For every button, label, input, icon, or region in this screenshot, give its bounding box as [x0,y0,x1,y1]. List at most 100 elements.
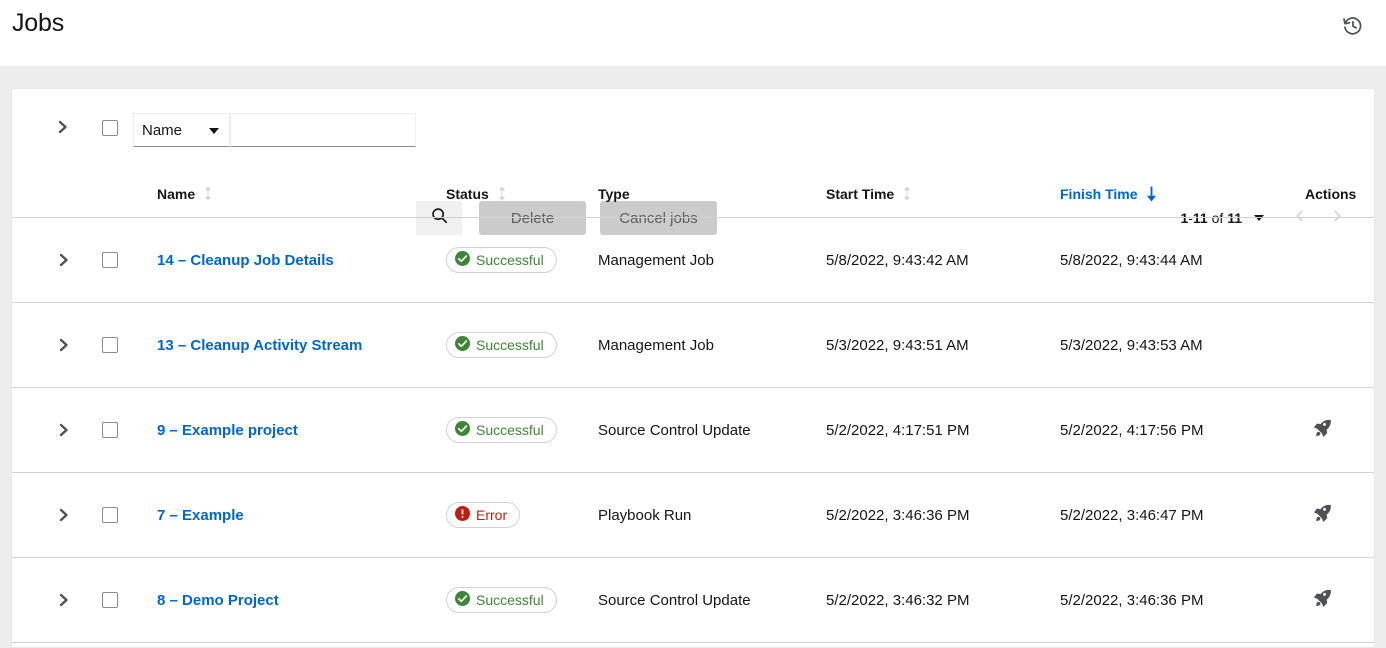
table-toolbar: Name [12,89,1374,170]
row-name-cell: 8 – Demo Project [157,558,437,642]
row-start-time-cell: 5/2/2022, 3:46:32 PM [826,558,1051,642]
relaunch-job-button[interactable] [1305,583,1339,617]
page-title: Jobs [12,9,64,38]
sort-descending-icon[interactable] [1146,186,1157,202]
status-label: Successful [476,592,544,608]
row-name-cell: 14 – Cleanup Job Details [157,218,437,302]
relaunch-job-button[interactable] [1305,498,1339,532]
row-checkbox[interactable] [102,337,118,353]
row-finish-time-cell: 5/3/2022, 9:43:53 AM [1060,303,1295,387]
status-label: Successful [476,252,544,268]
row-name-cell: 13 – Cleanup Activity Stream [157,303,437,387]
row-finish-time-cell: 5/8/2022, 9:43:44 AM [1060,218,1295,302]
row-checkbox[interactable] [102,422,118,438]
chevron-right-icon [52,418,76,442]
job-link[interactable]: 8 – Demo Project [157,592,279,609]
row-finish-time-cell: 5/2/2022, 3:46:36 PM [1060,558,1295,642]
row-checkbox-cell [102,218,122,302]
select-all-checkbox[interactable] [102,120,118,136]
row-actions-cell [1305,558,1369,642]
job-link[interactable]: 13 – Cleanup Activity Stream [157,337,362,354]
sort-toggle-icon[interactable] [203,186,213,201]
check-circle-icon [455,421,470,439]
column-header-actions: Actions [1305,170,1369,217]
status-label: Successful [476,422,544,438]
jobs-table: Name Status [12,170,1374,643]
column-label: Actions [1305,186,1356,202]
filter-type-value: Name [134,122,182,139]
column-label: Status [446,186,489,202]
row-expand-toggle[interactable] [51,218,77,302]
select-all-checkbox-wrap [102,120,118,136]
status-label: Error [476,507,507,523]
table-row: 14 – Cleanup Job Details Successful Manage… [12,218,1374,303]
row-name-cell: 7 – Example [157,473,437,557]
row-type-cell: Management Job [598,218,818,302]
row-start-time-cell: 5/2/2022, 4:17:51 PM [826,388,1051,472]
exclamation-circle-icon [455,506,470,524]
rocket-icon [1312,503,1332,527]
job-history-button[interactable] [1338,11,1368,41]
column-header-finish-time[interactable]: Finish Time [1060,170,1295,217]
row-status-cell: Successful [446,388,591,472]
status-badge: Successful [446,587,557,613]
row-checkbox[interactable] [102,592,118,608]
chevron-right-icon [52,333,76,357]
column-label: Type [598,186,630,202]
row-status-cell: Successful [446,558,591,642]
search-input[interactable] [231,114,415,146]
row-actions-cell [1305,218,1369,302]
check-circle-icon [455,591,470,609]
row-actions-cell [1305,388,1369,472]
table-row: 8 – Demo Project Successful Source Control… [12,558,1374,643]
check-circle-icon [455,251,470,269]
relaunch-job-button[interactable] [1305,413,1339,447]
table-row: 13 – Cleanup Activity StreamSuccessfulMa… [12,303,1374,388]
jobs-card: Name Delete Cancel jobs 1-11 of 11 [11,88,1375,648]
row-checkbox[interactable] [102,252,118,268]
column-header-start-time[interactable]: Start Time [826,170,1051,217]
status-badge: Successful [446,247,557,273]
sort-toggle-icon[interactable] [497,186,507,201]
status-badge: Successful [446,332,557,358]
chevron-right-icon [52,248,76,272]
sort-toggle-icon[interactable] [902,186,912,201]
filter-type-select[interactable]: Name [133,113,230,147]
row-actions-cell [1305,473,1369,557]
column-label: Name [157,186,195,202]
row-expand-toggle[interactable] [51,388,77,472]
row-finish-time-cell: 5/2/2022, 3:46:47 PM [1060,473,1295,557]
row-expand-toggle[interactable] [51,473,77,557]
column-header-name[interactable]: Name [157,170,437,217]
table-row: 9 – Example projectSuccessfulSource Cont… [12,388,1374,473]
expand-all-toggle[interactable] [51,117,75,141]
row-expand-toggle[interactable] [51,558,77,642]
row-checkbox[interactable] [102,507,118,523]
search-input-wrap [230,113,416,147]
rocket-icon [1312,588,1332,612]
row-status-cell: Successful [446,303,591,387]
caret-down-icon [209,128,219,134]
column-header-type: Type [598,170,818,217]
column-label: Start Time [826,186,894,202]
job-link[interactable]: 7 – Example [157,507,244,524]
status-badge: Successful [446,417,557,443]
row-status-cell: Successful [446,218,591,302]
table-header-row: Name Status [12,170,1374,218]
row-start-time-cell: 5/2/2022, 3:46:36 PM [826,473,1051,557]
row-checkbox-cell [102,473,122,557]
column-header-status[interactable]: Status [446,170,591,217]
row-actions-cell [1305,303,1369,387]
row-checkbox-cell [102,388,122,472]
job-link[interactable]: 9 – Example project [157,422,298,439]
row-checkbox-cell [102,303,122,387]
job-link[interactable]: 14 – Cleanup Job Details [157,252,334,269]
row-name-cell: 9 – Example project [157,388,437,472]
row-type-cell: Source Control Update [598,558,818,642]
row-finish-time-cell: 5/2/2022, 4:17:56 PM [1060,388,1295,472]
chevron-right-icon [52,588,76,612]
row-expand-toggle[interactable] [51,303,77,387]
history-icon [1342,15,1364,37]
status-label: Successful [476,337,544,353]
row-checkbox-cell [102,558,122,642]
